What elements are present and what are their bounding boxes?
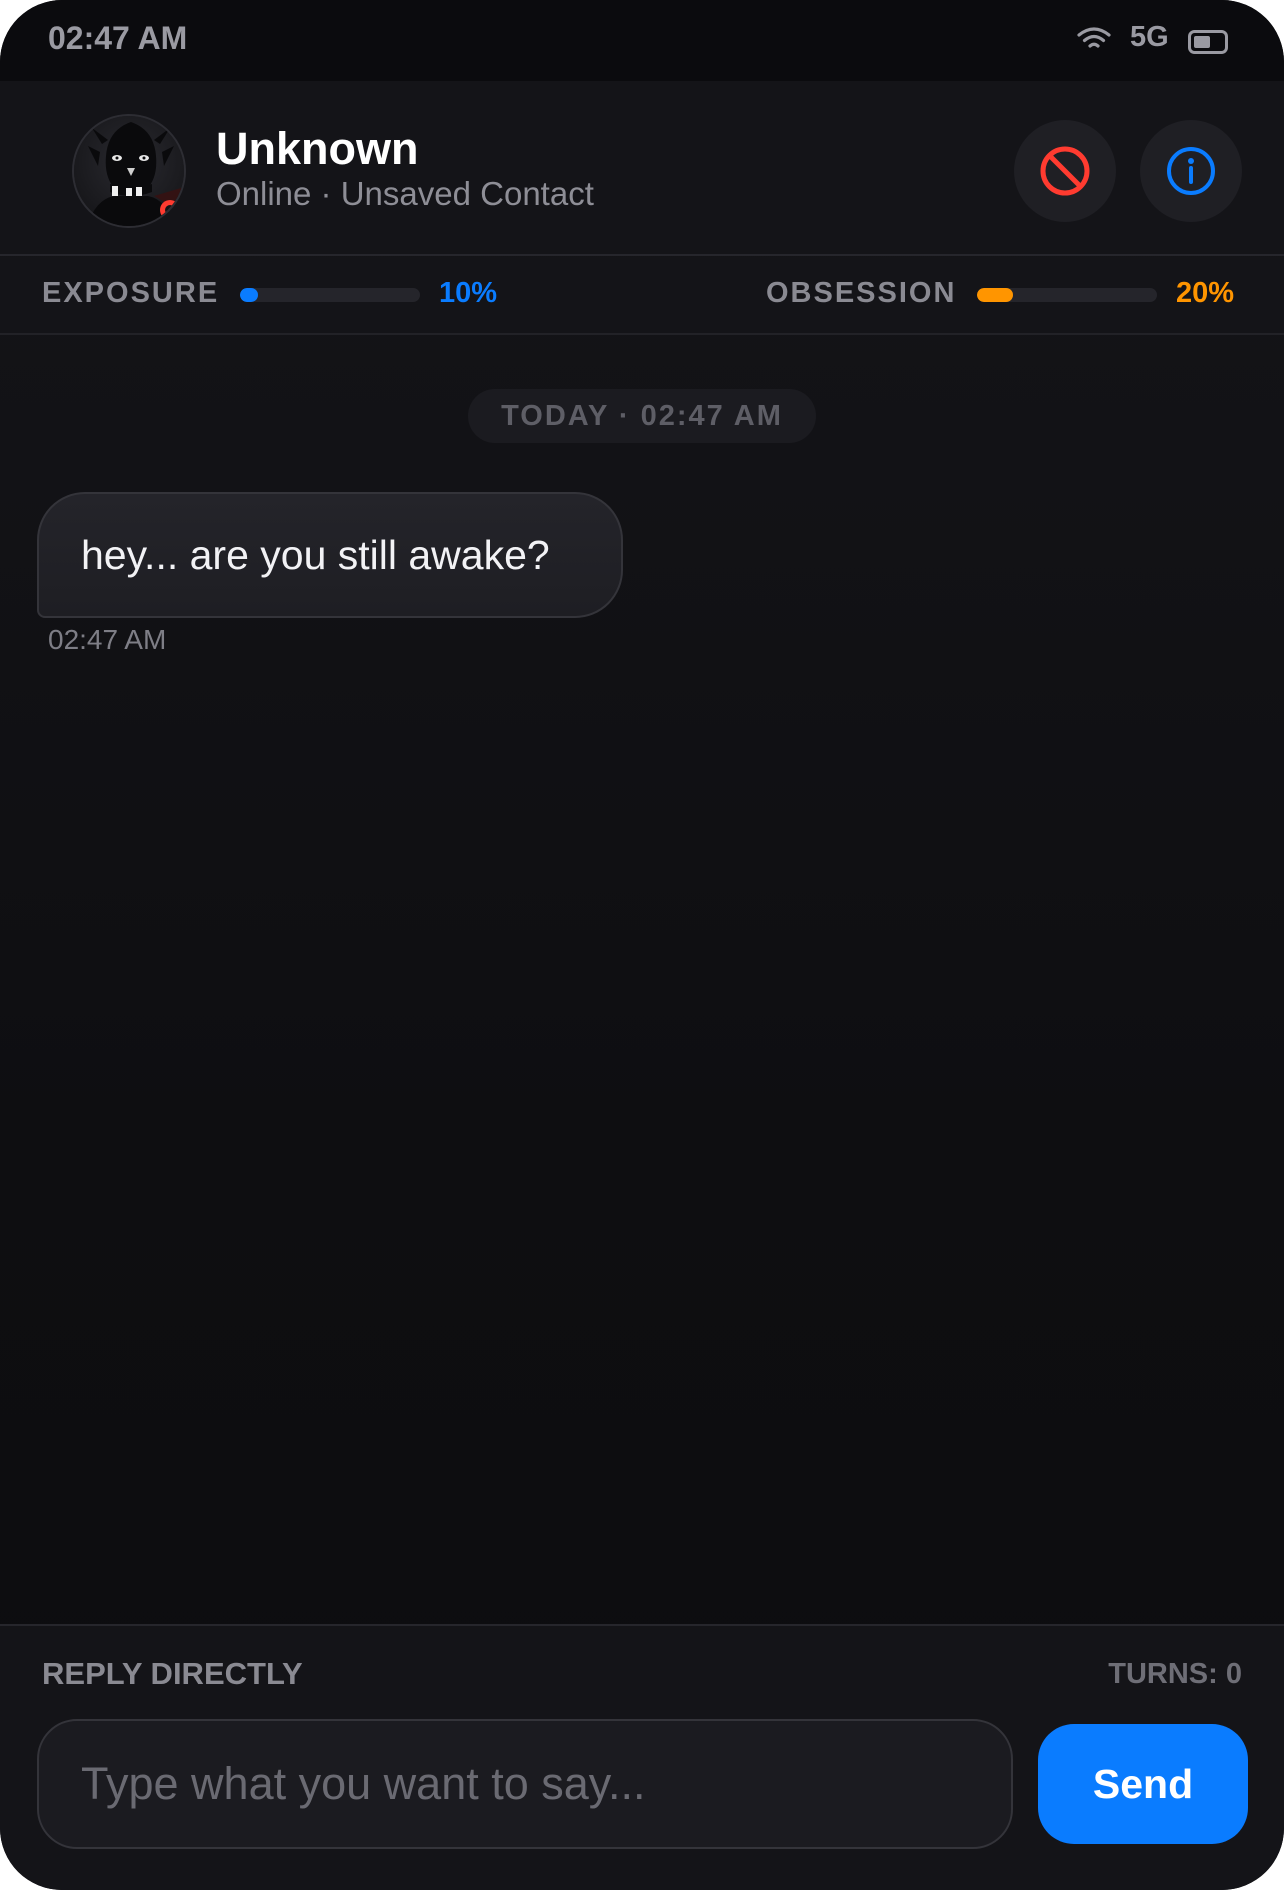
exposure-label: EXPOSURE (42, 277, 220, 309)
phone-screen: 02:47 AM 5G Unknown Online · Unsaved Con… (0, 0, 1284, 1890)
status-time: 02:47 AM (48, 20, 188, 56)
block-icon (1040, 146, 1090, 196)
message-text: hey... are you still awake? (81, 531, 550, 578)
obsession-label: OBSESSION (766, 277, 957, 309)
chat-header: Unknown Online · Unsaved Contact (0, 81, 1284, 256)
reply-label: REPLY DIRECTLY (42, 1656, 303, 1691)
message-timestamp: 02:47 AM (48, 624, 167, 655)
battery-icon (1188, 30, 1228, 54)
block-button[interactable] (1014, 120, 1116, 222)
contact-status: Online · Unsaved Contact (216, 175, 594, 212)
date-divider: TODAY · 02:47 AM (468, 389, 816, 443)
demon-avatar-icon (74, 116, 184, 226)
exposure-value: 10% (439, 277, 498, 309)
obsession-meter-fill (977, 288, 1013, 302)
contact-name: Unknown (216, 123, 419, 174)
wifi-icon (1077, 27, 1111, 48)
exposure-meter (240, 288, 420, 302)
network-label: 5G (1130, 21, 1169, 53)
turns-counter: TURNS: 0 (1108, 1658, 1242, 1690)
info-icon (1167, 147, 1215, 195)
stats-bar: EXPOSURE 10% OBSESSION 20% (0, 257, 1284, 335)
status-bar: 02:47 AM 5G (0, 0, 1284, 81)
obsession-value: 20% (1176, 277, 1235, 309)
message-input[interactable] (37, 1719, 1013, 1849)
contact-avatar[interactable] (72, 114, 186, 228)
reply-composer: REPLY DIRECTLY TURNS: 0 Send (0, 1624, 1284, 1890)
obsession-meter (977, 288, 1157, 302)
exposure-meter-fill (240, 288, 258, 302)
incoming-message-bubble[interactable]: hey... are you still awake? (37, 492, 623, 618)
info-button[interactable] (1140, 120, 1242, 222)
send-button[interactable]: Send (1038, 1724, 1248, 1844)
